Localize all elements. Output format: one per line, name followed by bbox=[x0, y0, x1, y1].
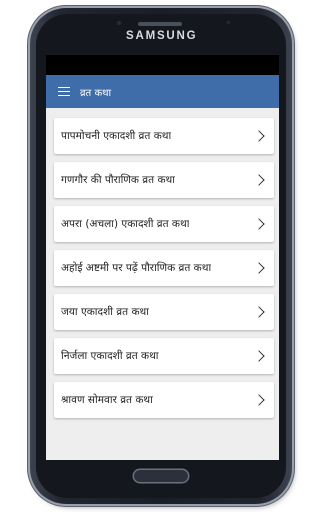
list-item[interactable]: अहोई अष्टमी पर पढ़ें पौराणिक व्रत कथा bbox=[54, 250, 274, 286]
list-item[interactable]: गणगौर की पौराणिक व्रत कथा bbox=[54, 162, 274, 198]
chevron-right-icon bbox=[253, 130, 265, 142]
earpiece-speaker bbox=[138, 22, 182, 26]
chevron-right-icon bbox=[253, 262, 265, 274]
screenshot-stage: SAMSUNG व्रत कथा पापमोचनी एकादशी व्रत कथ… bbox=[0, 0, 321, 512]
chevron-right-icon bbox=[253, 218, 265, 230]
list-item[interactable]: निर्जला एकादशी व्रत कथा bbox=[54, 338, 274, 374]
home-button[interactable] bbox=[134, 470, 188, 482]
hamburger-menu-icon[interactable] bbox=[58, 86, 72, 97]
app-title: व्रत कथा bbox=[80, 87, 112, 99]
chevron-right-icon bbox=[253, 174, 265, 186]
chevron-right-icon bbox=[253, 350, 265, 362]
list-item-label: अहोई अष्टमी पर पढ़ें पौराणिक व्रत कथा bbox=[61, 262, 212, 274]
phone-screen: व्रत कथा पापमोचनी एकादशी व्रत कथा गणगौर … bbox=[46, 55, 279, 460]
list-item[interactable]: श्रावण सोमवार व्रत कथा bbox=[54, 382, 274, 418]
sensor-icon bbox=[226, 20, 231, 25]
list-item[interactable]: पापमोचनी एकादशी व्रत कथा bbox=[54, 118, 274, 154]
chevron-right-icon bbox=[253, 394, 265, 406]
list-item-label: पापमोचनी एकादशी व्रत कथा bbox=[61, 130, 172, 142]
story-list: पापमोचनी एकादशी व्रत कथा गणगौर की पौराणि… bbox=[46, 108, 279, 460]
status-bar bbox=[46, 55, 279, 75]
app-bar: व्रत कथा bbox=[46, 75, 279, 108]
device-brand: SAMSUNG bbox=[126, 30, 198, 42]
list-item-label: जया एकादशी व्रत कथा bbox=[61, 306, 149, 318]
list-item[interactable]: अपरा (अचला) एकादशी व्रत कथा bbox=[54, 206, 274, 242]
list-item-label: अपरा (अचला) एकादशी व्रत कथा bbox=[61, 218, 190, 230]
list-item[interactable]: जया एकादशी व्रत कथा bbox=[54, 294, 274, 330]
list-item-label: निर्जला एकादशी व्रत कथा bbox=[61, 350, 159, 362]
chevron-right-icon bbox=[253, 306, 265, 318]
list-item-label: श्रावण सोमवार व्रत कथा bbox=[61, 394, 153, 406]
front-camera-icon bbox=[116, 20, 122, 26]
list-item-label: गणगौर की पौराणिक व्रत कथा bbox=[61, 174, 175, 186]
